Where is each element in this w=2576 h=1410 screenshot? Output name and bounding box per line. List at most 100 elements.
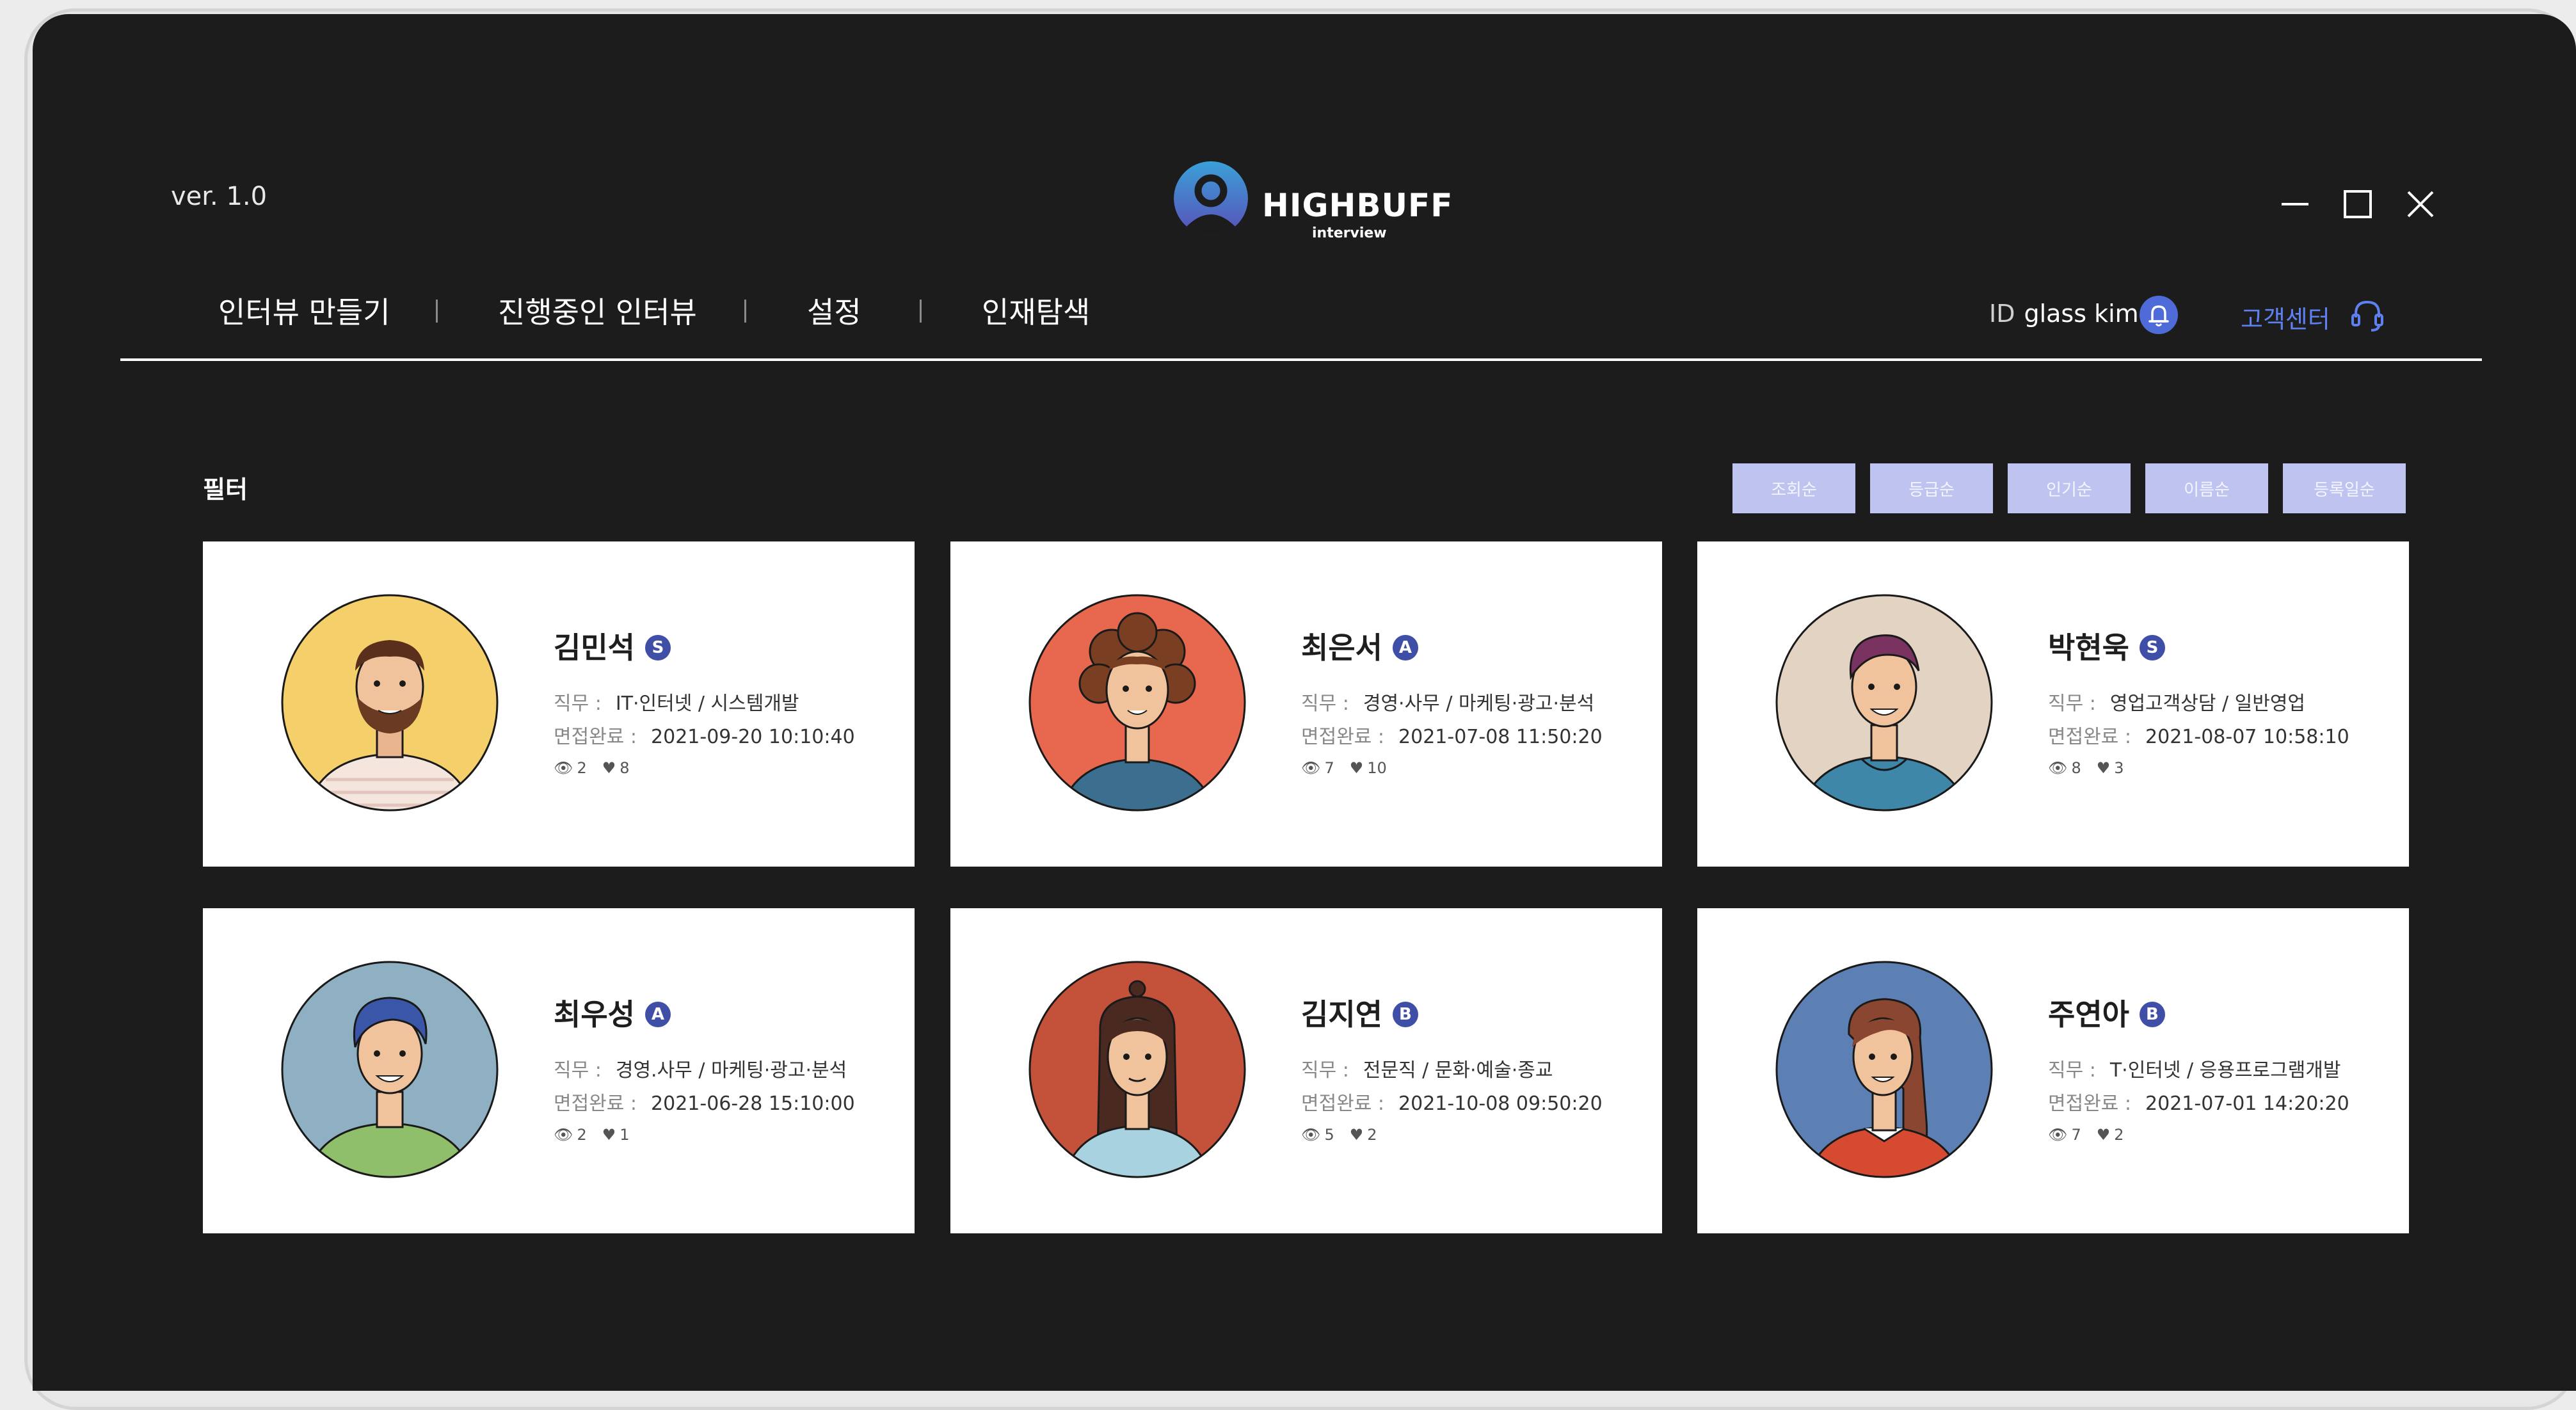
job-value: IT·인터넷 / 시스템개발 [615, 693, 799, 715]
candidate-name-text: 김지연 [1301, 997, 1382, 1032]
interview-date-line: 면접완료 : 2021-07-01 14:20:20 [2048, 1087, 2349, 1116]
grade-badge: B [1392, 1001, 1418, 1027]
grade-badge: A [644, 1001, 671, 1027]
sort-by-views-button[interactable]: 조회순 [1732, 463, 1855, 513]
eye-icon: 👁 [1301, 759, 1321, 777]
heart-icon: ♥ [602, 759, 616, 777]
job-value: 전문직 / 문화·예술·종교 [1363, 1059, 1553, 1082]
sort-by-popularity-button[interactable]: 인기순 [2008, 463, 2131, 513]
grade-badge: S [2139, 634, 2165, 661]
user-id: ID glass kim [1989, 300, 2139, 328]
nav-ongoing-interview[interactable]: 진행중인 인터뷰 [498, 289, 697, 332]
job-value: T·인터넷 / 응용프로그램개발 [2109, 1059, 2341, 1082]
stats: 👁 2 ♥ 8 [554, 759, 630, 777]
job-line: 직무 : IT·인터넷 / 시스템개발 [554, 687, 799, 716]
interview-date-value: 2021-08-07 10:58:10 [2145, 726, 2349, 748]
grade-badge: A [1392, 634, 1418, 661]
sort-by-name-button[interactable]: 이름순 [2145, 463, 2268, 513]
interview-date-value: 2021-07-01 14:20:20 [2145, 1093, 2349, 1115]
nav-separator [920, 300, 922, 323]
avatar [281, 594, 499, 812]
likes-count: 2 [2114, 1126, 2124, 1144]
heart-icon: ♥ [1349, 1126, 1364, 1144]
avatar [281, 961, 499, 1178]
likes-count: 8 [620, 759, 630, 777]
views-count: 7 [2071, 1126, 2081, 1144]
likes-count: 3 [2114, 759, 2124, 777]
job-line: 직무 : T·인터넷 / 응용프로그램개발 [2048, 1054, 2341, 1082]
stats: 👁 7 ♥ 10 [1301, 759, 1387, 777]
logo-wordmark: HIGHBUFF [1262, 187, 1453, 224]
likes-count: 2 [1367, 1126, 1377, 1144]
nav-settings[interactable]: 설정 [807, 289, 861, 332]
job-label: 직무 : [1301, 1059, 1349, 1082]
candidate-card[interactable]: 주연아 B 직무 : T·인터넷 / 응용프로그램개발 면접완료 : 2021-07-… [1697, 908, 2409, 1233]
job-value: 경영.사무 / 마케팅·광고·분석 [615, 1059, 847, 1082]
heart-icon: ♥ [2096, 1126, 2111, 1144]
interview-date-line: 면접완료 : 2021-10-08 09:50:20 [1301, 1087, 1603, 1116]
interview-date-label: 면접완료 : [1301, 726, 1385, 748]
views-count: 7 [1324, 759, 1334, 777]
candidate-name: 주연아 B [2048, 991, 2165, 1034]
grade-badge: S [644, 634, 671, 661]
avatar [1775, 961, 1993, 1178]
heart-icon: ♥ [2096, 759, 2111, 777]
stats: 👁 7 ♥ 2 [2048, 1126, 2124, 1144]
eye-icon: 👁 [2048, 759, 2068, 777]
candidate-name-text: 최우성 [554, 997, 635, 1032]
interview-date-label: 면접완료 : [1301, 1093, 1385, 1115]
filter-label: 필터 [203, 476, 248, 504]
job-label: 직무 : [554, 693, 602, 715]
minimize-icon[interactable] [2279, 188, 2311, 220]
candidate-card[interactable]: 박현욱 S 직무 : 영업고객상담 / 일반영업 면접완료 : 2021-08-07 … [1697, 541, 2409, 867]
candidate-card[interactable]: 김민석 S 직무 : IT·인터넷 / 시스템개발 면접완료 : 2021-09-20… [203, 541, 915, 867]
nav-talent-search[interactable]: 인재탐색 [982, 289, 1090, 332]
avatar [1028, 961, 1246, 1178]
maximize-icon[interactable] [2342, 188, 2374, 220]
candidate-card[interactable]: 최우성 A 직무 : 경영.사무 / 마케팅·광고·분석 면접완료 : 2021-06… [203, 908, 915, 1233]
logo-person-icon [1174, 161, 1248, 236]
nav-create-interview[interactable]: 인터뷰 만들기 [218, 289, 390, 332]
views-count: 2 [577, 759, 587, 777]
customer-center-link[interactable]: 고객센터 [2241, 300, 2330, 335]
interview-date-value: 2021-07-08 11:50:20 [1398, 726, 1603, 748]
nav-separator [436, 300, 438, 323]
avatar [1028, 594, 1246, 812]
likes-count: 10 [1367, 759, 1387, 777]
interview-date-label: 면접완료 : [554, 726, 637, 748]
interview-date-line: 면접완료 : 2021-07-08 11:50:20 [1301, 721, 1603, 749]
job-line: 직무 : 경영.사무 / 마케팅·광고·분석 [554, 1054, 847, 1082]
headset-icon[interactable] [2347, 294, 2388, 335]
candidate-name-text: 박현욱 [2048, 630, 2129, 665]
eye-icon: 👁 [554, 759, 573, 777]
user-id-label: ID [1989, 300, 2015, 328]
interview-date-label: 면접완료 : [2048, 1093, 2132, 1115]
candidate-name-text: 최은서 [1301, 630, 1382, 665]
close-icon[interactable] [2404, 188, 2436, 220]
user-name: glass kim [2024, 300, 2139, 328]
eye-icon: 👁 [554, 1126, 573, 1144]
candidate-name: 김민석 S [554, 625, 671, 667]
candidate-name: 박현욱 S [2048, 625, 2165, 667]
grade-badge: B [2139, 1001, 2165, 1027]
eye-icon: 👁 [2048, 1126, 2068, 1144]
sort-by-grade-button[interactable]: 등급순 [1870, 463, 1993, 513]
job-label: 직무 : [2048, 1059, 2096, 1082]
job-label: 직무 : [554, 1059, 602, 1082]
job-value: 영업고객상담 / 일반영업 [2109, 693, 2306, 715]
stats: 👁 2 ♥ 1 [554, 1126, 630, 1144]
interview-date-line: 면접완료 : 2021-09-20 10:10:40 [554, 721, 855, 749]
heart-icon: ♥ [1349, 759, 1364, 777]
candidate-card[interactable]: 김지연 B 직무 : 전문직 / 문화·예술·종교 면접완료 : 2021-10-08… [950, 908, 1662, 1233]
nav-separator [744, 300, 746, 323]
candidate-name-text: 김민석 [554, 630, 635, 665]
views-count: 8 [2071, 759, 2081, 777]
job-label: 직무 : [1301, 693, 1349, 715]
header-divider [120, 358, 2482, 361]
bell-icon[interactable] [2140, 296, 2178, 334]
candidate-card[interactable]: 최은서 A 직무 : 경영·사무 / 마케팅·광고·분석 면접완료 : 2021-07… [950, 541, 1662, 867]
likes-count: 1 [620, 1126, 630, 1144]
job-value: 경영·사무 / 마케팅·광고·분석 [1363, 693, 1595, 715]
logo: HIGHBUFF interview [1174, 161, 1462, 251]
sort-by-date-button[interactable]: 등록일순 [2283, 463, 2406, 513]
